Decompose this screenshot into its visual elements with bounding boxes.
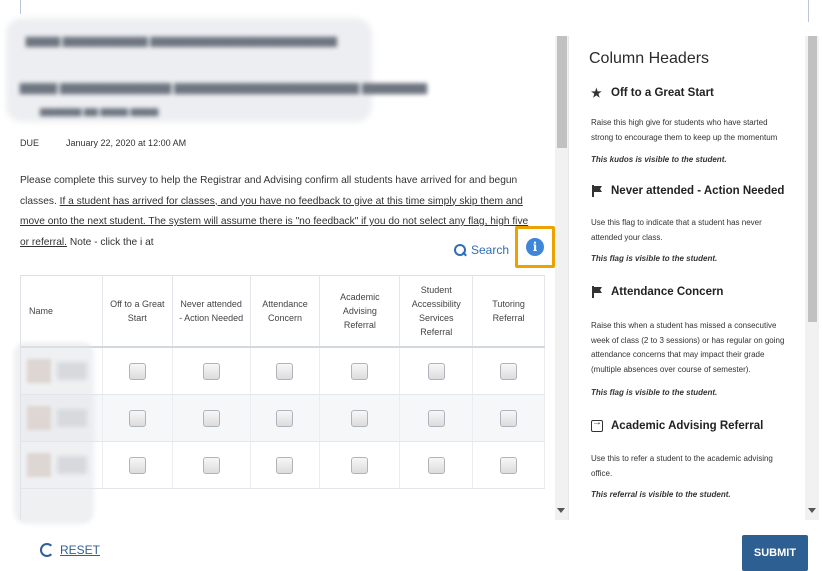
panel-item-heading: Academic Advising Referral bbox=[591, 417, 764, 432]
submit-button[interactable]: SUBMIT bbox=[742, 535, 808, 571]
column-header-academic-advising: Academic Advising Referral bbox=[320, 276, 401, 346]
column-header-name: Name bbox=[21, 276, 103, 346]
search-icon bbox=[453, 243, 467, 257]
panel-item-heading: Never attended - Action Needed bbox=[591, 185, 784, 197]
panel-item-note: This kudos is visible to the student. bbox=[591, 155, 727, 164]
checkbox-attendance-concern[interactable] bbox=[276, 362, 294, 380]
panel-item-title: Attendance Concern bbox=[611, 286, 724, 298]
checkbox-never-attended[interactable] bbox=[202, 362, 220, 380]
panel-item-title: Academic Advising Referral bbox=[611, 420, 764, 432]
panel-item-note: This flag is visible to the student. bbox=[591, 254, 718, 263]
checkbox-never-attended[interactable] bbox=[202, 409, 220, 427]
reset-label: RESET bbox=[60, 543, 101, 557]
checkbox-attendance-concern[interactable] bbox=[276, 456, 294, 474]
cell bbox=[400, 348, 474, 394]
panel-item-note: This referral is visible to the student. bbox=[591, 490, 731, 499]
cell bbox=[251, 442, 321, 488]
column-headers-panel: Column Headers ★ Off to a Great Start Ra… bbox=[569, 36, 805, 520]
cell bbox=[473, 348, 545, 394]
redacted-text: ▆▆▆▆▆▆ ▆▆ ▆▆▆▆ ▆▆▆▆ bbox=[40, 106, 159, 116]
panel-item-description: Raise this high give for students who ha… bbox=[591, 118, 778, 142]
checkbox-accessibility-services[interactable] bbox=[427, 409, 445, 427]
checkbox-off-to-great-start[interactable] bbox=[128, 456, 146, 474]
search-label: Search bbox=[471, 243, 510, 257]
reset-button[interactable]: RESET bbox=[40, 543, 100, 557]
checkbox-never-attended[interactable] bbox=[202, 456, 220, 474]
column-header-tutoring-referral: Tutoring Referral bbox=[473, 276, 545, 346]
table-scrollbar-thumb[interactable] bbox=[557, 36, 567, 148]
cell bbox=[103, 348, 173, 394]
checkbox-attendance-concern[interactable] bbox=[276, 409, 294, 427]
panel-item-heading: Attendance Concern bbox=[591, 286, 723, 298]
table-header: Name Off to a Great Start Never attended… bbox=[21, 276, 545, 348]
cell bbox=[103, 395, 173, 441]
panel-title: Column Headers bbox=[589, 50, 710, 67]
cell bbox=[251, 348, 321, 394]
column-header-accessibility-services: Student Accessibility Services Referral bbox=[400, 276, 474, 346]
info-icon[interactable]: i bbox=[526, 238, 544, 256]
column-header-off-to-great-start: Off to a Great Start bbox=[103, 276, 173, 346]
checkbox-tutoring-referral[interactable] bbox=[500, 362, 518, 380]
checkbox-off-to-great-start[interactable] bbox=[128, 409, 146, 427]
redacted-names-overlay bbox=[14, 342, 94, 524]
redacted-text: ▆▆▆▆ ▆▆▆▆▆▆▆▆▆▆▆▆ ▆▆▆▆▆▆▆▆▆▆▆▆▆▆▆▆▆▆▆▆ ▆… bbox=[20, 80, 427, 94]
table-row bbox=[21, 442, 545, 489]
info-button-highlight[interactable]: i bbox=[515, 226, 555, 268]
cell bbox=[473, 442, 545, 488]
panel-item-title: Never attended - Action Needed bbox=[611, 185, 785, 197]
flag-icon bbox=[591, 185, 603, 197]
instructions-text: Please complete this survey to help the … bbox=[20, 171, 540, 253]
panel-item-description: Use this flag to indicate that a student… bbox=[591, 218, 762, 242]
search-link[interactable]: Search bbox=[453, 243, 509, 257]
cell bbox=[320, 348, 401, 394]
table-row bbox=[21, 348, 545, 395]
cell bbox=[400, 442, 474, 488]
checkbox-accessibility-services[interactable] bbox=[427, 362, 445, 380]
checkbox-tutoring-referral[interactable] bbox=[500, 409, 518, 427]
panel-item-heading: ★ Off to a Great Start bbox=[591, 86, 714, 100]
referral-icon bbox=[591, 417, 603, 432]
cell bbox=[103, 442, 173, 488]
refresh-icon bbox=[40, 543, 54, 557]
checkbox-tutoring-referral[interactable] bbox=[500, 456, 518, 474]
panel-item-description: Use this to refer a student to the acade… bbox=[591, 454, 773, 478]
divider bbox=[808, 0, 809, 22]
flag-icon bbox=[591, 286, 603, 298]
survey-table: Name Off to a Great Start Never attended… bbox=[20, 275, 545, 520]
due-label: DUE bbox=[20, 138, 40, 148]
cell bbox=[400, 395, 474, 441]
cell bbox=[173, 442, 251, 488]
panel-item-title: Off to a Great Start bbox=[611, 87, 714, 99]
cell bbox=[320, 442, 401, 488]
scroll-down-arrow[interactable] bbox=[557, 508, 565, 513]
checkbox-academic-advising[interactable] bbox=[351, 456, 369, 474]
column-header-never-attended: Never attended - Action Needed bbox=[173, 276, 251, 346]
cell bbox=[173, 348, 251, 394]
panel-item-description: Raise this when a student has missed a c… bbox=[591, 321, 785, 374]
checkbox-accessibility-services[interactable] bbox=[427, 456, 445, 474]
checkbox-academic-advising[interactable] bbox=[351, 409, 369, 427]
scroll-down-arrow[interactable] bbox=[808, 508, 816, 513]
panel-scrollbar-thumb[interactable] bbox=[808, 36, 817, 322]
redacted-text: ▆▆▆▆ ▆▆▆▆▆▆▆▆▆▆ ▆▆▆▆▆▆▆▆▆▆▆▆▆▆▆▆▆▆▆▆▆▆ bbox=[26, 35, 337, 47]
panel-item-note: This flag is visible to the student. bbox=[591, 388, 718, 397]
cell bbox=[473, 395, 545, 441]
due-date: January 22, 2020 at 12:00 AM bbox=[66, 138, 187, 148]
cell bbox=[320, 395, 401, 441]
cell bbox=[173, 395, 251, 441]
checkbox-academic-advising[interactable] bbox=[351, 362, 369, 380]
divider bbox=[20, 0, 21, 14]
column-header-attendance-concern: Attendance Concern bbox=[251, 276, 321, 346]
checkbox-off-to-great-start[interactable] bbox=[128, 362, 146, 380]
table-row bbox=[21, 395, 545, 442]
cell bbox=[251, 395, 321, 441]
star-icon: ★ bbox=[591, 86, 602, 100]
instructions-tail: Note - click the i at bbox=[67, 236, 154, 248]
